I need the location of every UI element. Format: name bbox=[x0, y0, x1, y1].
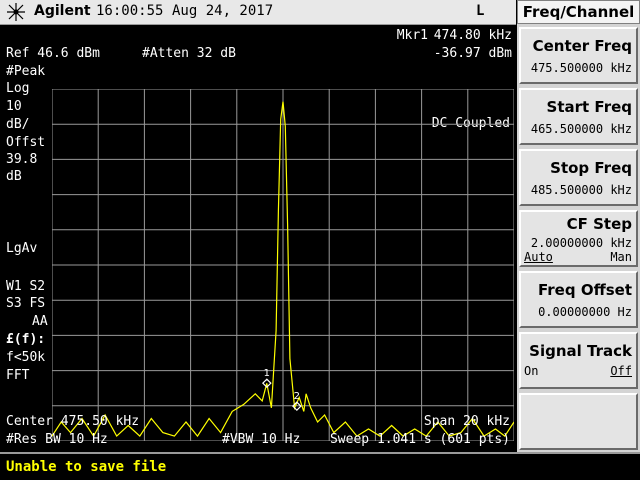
start-freq-button[interactable]: Start Freq 465.500000 kHz bbox=[519, 88, 638, 145]
start-freq-value: 465.500000 kHz bbox=[530, 122, 632, 136]
stop-freq-value: 485.500000 kHz bbox=[530, 183, 632, 197]
offset-value: 39.8 bbox=[6, 152, 38, 167]
offset-label: Offst bbox=[6, 135, 46, 150]
scale-unit: dB/ bbox=[6, 117, 30, 132]
freq-limit: f<50k bbox=[6, 350, 46, 365]
stop-freq-button[interactable]: Stop Freq 485.500000 kHz bbox=[519, 149, 638, 206]
center-freq-button[interactable]: Center Freq 475.500000 kHz bbox=[519, 27, 638, 84]
signal-track-label: Signal Track bbox=[529, 342, 632, 360]
measurement-panel: Mkr1 474.80 kHz Ref 46.6 dBm #Atten 32 d… bbox=[0, 25, 516, 452]
clock-date: Aug 24, 2017 bbox=[172, 3, 274, 19]
stop-freq-label: Stop Freq bbox=[550, 159, 632, 177]
spectrum-graticule: 12 bbox=[52, 89, 514, 441]
trace-aa: AA bbox=[32, 314, 48, 329]
analyzer-screen: Agilent 16:00:55 Aug 24, 2017 L Mkr1 474… bbox=[0, 0, 640, 480]
cf-step-label: CF Step bbox=[566, 215, 632, 233]
scale-value: 10 bbox=[6, 99, 22, 114]
marker-2-label: 2 bbox=[294, 391, 300, 402]
trace-s3-fs: S3 FS bbox=[6, 296, 46, 311]
center-freq-value: 475.500000 kHz bbox=[530, 61, 632, 75]
marker-frequency: 474.80 kHz bbox=[433, 28, 512, 43]
marker-label: Mkr1 bbox=[396, 28, 428, 43]
reference-level: Ref 46.6 dBm bbox=[6, 46, 100, 61]
blank-softkey[interactable] bbox=[519, 393, 638, 450]
fft-mode: FFT bbox=[6, 368, 30, 383]
center-freq-label: Center Freq bbox=[532, 37, 632, 55]
detector-mode: #Peak bbox=[6, 64, 46, 79]
freq-offset-value: 0.00000000 Hz bbox=[538, 305, 632, 319]
center-frequency: Center 475.50 kHz bbox=[6, 414, 140, 429]
freq-offset-label: Freq Offset bbox=[538, 281, 632, 299]
status-message: Unable to save file bbox=[6, 459, 167, 475]
cf-step-value: 2.00000000 kHz bbox=[530, 236, 632, 250]
attenuation: #Atten 32 dB bbox=[142, 46, 236, 61]
trace-w1-s2: W1 S2 bbox=[6, 279, 46, 294]
marker-1-label: 1 bbox=[264, 368, 270, 379]
freq-correction: £(f): bbox=[6, 332, 46, 347]
scale-type: Log bbox=[6, 81, 30, 96]
marker-amplitude: -36.97 dBm bbox=[433, 46, 512, 61]
signal-track-button[interactable]: Signal Track On Off bbox=[519, 332, 638, 389]
video-bandwidth: #VBW 10 Hz bbox=[222, 432, 301, 447]
local-indicator: L bbox=[476, 3, 485, 19]
resolution-bandwidth: #Res BW 10 Hz bbox=[6, 432, 108, 447]
brand-name: Agilent bbox=[34, 3, 91, 19]
clock-time: 16:00:55 bbox=[96, 3, 164, 19]
softkey-menu: Freq/Channel Center Freq 475.500000 kHz … bbox=[517, 0, 640, 452]
top-status-bar: Agilent 16:00:55 Aug 24, 2017 L bbox=[0, 0, 516, 25]
status-line: Unable to save file bbox=[0, 452, 640, 480]
cf-step-button[interactable]: CF Step 2.00000000 kHz Auto Man bbox=[519, 210, 638, 267]
signal-track-off-option: Off bbox=[610, 364, 632, 378]
cf-step-man-option: Man bbox=[610, 250, 632, 264]
cf-step-auto-option: Auto bbox=[524, 250, 553, 264]
menu-title: Freq/Channel bbox=[517, 0, 640, 24]
offset-unit: dB bbox=[6, 169, 22, 184]
sweep-time: Sweep 1.041 s (601 pts) bbox=[329, 432, 510, 447]
signal-track-on-option: On bbox=[524, 364, 539, 378]
average-mode: LgAv bbox=[6, 241, 38, 256]
freq-offset-button[interactable]: Freq Offset 0.00000000 Hz bbox=[519, 271, 638, 328]
span-value: Span 20 kHz bbox=[423, 414, 510, 429]
start-freq-label: Start Freq bbox=[546, 98, 632, 116]
agilent-logo-icon bbox=[7, 3, 25, 21]
